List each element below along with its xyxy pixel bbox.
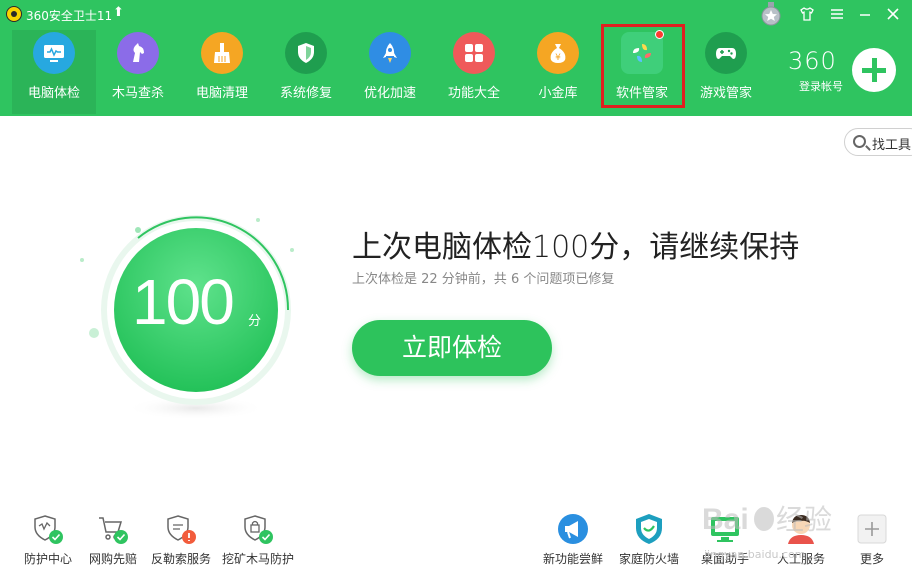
tool-search-label: 找工具 <box>872 138 912 153</box>
shield-check-icon <box>31 512 65 546</box>
bottom-label: 家庭防火墙 <box>618 552 679 566</box>
money-bag-icon: ¥ <box>537 32 579 74</box>
checkup-headline: 上次电脑体检100分，请继续保持 <box>352 230 800 265</box>
broom-icon <box>201 32 243 74</box>
shield-alert-icon <box>164 512 198 546</box>
checkup-summary: 上次体检是 22 分钟前，共 6 个问题项已修复 <box>352 272 615 287</box>
nav-item-system-repair[interactable]: 系统修复 <box>264 30 348 114</box>
nav-label: 电脑体检 <box>27 86 80 101</box>
nav-item-vault[interactable]: ¥ 小金库 <box>516 30 600 114</box>
score-value: 100 <box>132 266 235 338</box>
nav-item-all-features[interactable]: 功能大全 <box>432 30 516 114</box>
lock-check-icon <box>241 512 275 546</box>
add-account-icon[interactable] <box>852 48 896 92</box>
score-unit: 分 <box>248 314 262 329</box>
app-logo-icon <box>6 6 22 22</box>
medal-icon[interactable] <box>760 2 782 26</box>
search-icon <box>853 135 866 148</box>
firewall-shield-icon <box>632 512 666 546</box>
cart-check-icon <box>96 512 130 546</box>
tool-search-button[interactable]: 找工具 <box>844 128 912 156</box>
app-title: 360安全卫士11 <box>26 9 113 23</box>
nav-item-speedup[interactable]: 优化加速 <box>348 30 432 114</box>
start-checkup-button[interactable]: 立即体检 <box>352 320 552 376</box>
desktop-icon <box>708 512 742 546</box>
bottom-item-more[interactable]: 更多 <box>832 512 912 567</box>
bottom-label: 更多 <box>859 552 884 566</box>
rocket-icon <box>369 32 411 74</box>
close-icon[interactable] <box>884 6 902 24</box>
nav-label: 小金库 <box>538 86 578 101</box>
svg-text:¥: ¥ <box>555 53 561 63</box>
login-account-link[interactable]: 登录帐号 <box>799 78 843 94</box>
bottom-item-mining-trojan-protection[interactable]: 挖矿木马防护 <box>218 512 298 567</box>
upgrade-arrow-icon[interactable]: ⬆ <box>113 5 124 20</box>
shield-icon <box>285 32 327 74</box>
gamepad-icon <box>705 32 747 74</box>
nav-label: 木马查杀 <box>111 86 164 101</box>
brand-360: 360 <box>788 47 837 75</box>
horse-icon <box>117 32 159 74</box>
top-header: 360安全卫士11 ⬆ 电脑体检 木马查杀 电脑清理 系统修复 优化加速 功能大… <box>0 0 912 116</box>
bottom-label: 挖矿木马防护 <box>221 552 294 566</box>
bottom-item-home-firewall[interactable]: 家庭防火墙 <box>609 512 689 567</box>
nav-label: 功能大全 <box>447 86 500 101</box>
nav-label: 电脑清理 <box>195 86 248 101</box>
nav-item-game-manager[interactable]: 游戏管家 <box>684 30 768 114</box>
grid-icon <box>453 32 495 74</box>
bottom-item-new-features[interactable]: 新功能尝鲜 <box>533 512 613 567</box>
nav-item-pc-cleanup[interactable]: 电脑清理 <box>180 30 264 114</box>
minimize-icon[interactable] <box>856 6 874 24</box>
megaphone-icon <box>556 512 590 546</box>
bottom-label: 反勒索服务 <box>150 552 211 566</box>
shirt-icon[interactable] <box>798 6 816 24</box>
nav-item-trojan-scan[interactable]: 木马查杀 <box>96 30 180 114</box>
plus-icon <box>855 512 889 546</box>
nav-label: 游戏管家 <box>699 86 752 101</box>
highlight-box <box>601 24 685 108</box>
title-bar: 360安全卫士11 ⬆ <box>0 0 912 30</box>
nav-item-pc-checkup[interactable]: 电脑体检 <box>12 30 96 114</box>
bottom-item-anti-ransomware[interactable]: 反勒索服务 <box>141 512 221 567</box>
nav-label: 系统修复 <box>279 86 332 101</box>
monitor-icon <box>33 32 75 74</box>
watermark-url: jingyan.baidu.com <box>704 548 806 561</box>
bottom-label: 新功能尝鲜 <box>542 552 603 566</box>
agent-icon <box>784 512 818 546</box>
nav-label: 优化加速 <box>363 86 416 101</box>
menu-icon[interactable] <box>828 6 846 24</box>
